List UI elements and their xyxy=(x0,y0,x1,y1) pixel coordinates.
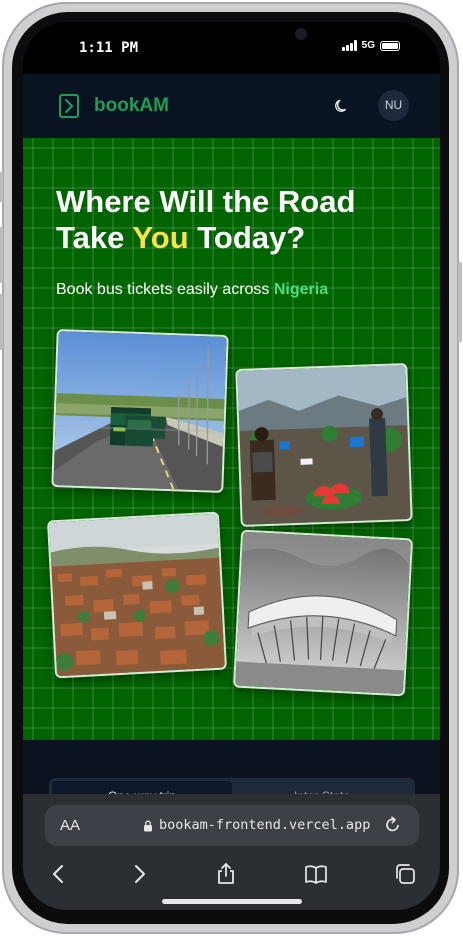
browser-nav xyxy=(23,856,440,890)
screen: 1:11 PM 5G bookAM NU Where Will the Road… xyxy=(23,22,440,910)
status-bar: 1:11 PM 5G xyxy=(23,22,440,74)
reload-icon[interactable] xyxy=(383,815,403,835)
camera-icon xyxy=(295,28,307,40)
address-bar[interactable]: AA bookam-frontend.vercel.app xyxy=(45,805,419,846)
city-rooftops-photo xyxy=(46,511,228,679)
hero-title-pre: Take xyxy=(56,220,133,255)
signal-icon xyxy=(341,40,357,51)
network-label: 5G xyxy=(361,40,375,51)
hero-subtitle-highlight: Nigeria xyxy=(273,281,329,298)
status-time: 1:11 PM xyxy=(79,40,139,56)
home-indicator xyxy=(162,899,302,904)
hero-section: Where Will the Road Take You Today? Book… xyxy=(23,138,440,740)
logo-icon[interactable] xyxy=(59,94,79,118)
back-icon[interactable] xyxy=(47,862,71,886)
bookmarks-icon[interactable] xyxy=(304,862,328,886)
aa-label: AA xyxy=(60,817,81,834)
app-header: bookAM NU xyxy=(23,74,440,138)
status-icons: 5G xyxy=(341,40,400,51)
lock-icon xyxy=(144,820,152,832)
dynamic-island xyxy=(145,22,319,52)
hero-subtitle-pre: Book bus tickets easily across xyxy=(56,281,274,298)
hero-title-highlight: You xyxy=(132,220,189,255)
power-button xyxy=(458,262,462,342)
share-icon[interactable] xyxy=(214,862,238,886)
browser-toolbar: AA bookam-frontend.vercel.app xyxy=(23,794,440,910)
brand-name[interactable]: bookAM xyxy=(94,95,169,117)
avatar[interactable]: NU xyxy=(378,90,409,121)
volume-up-button xyxy=(0,227,3,283)
moon-icon[interactable] xyxy=(334,98,350,114)
bus-highway-photo xyxy=(51,329,229,493)
battery-icon xyxy=(380,40,400,51)
hero-subtitle: Book bus tickets easily across Nigeria xyxy=(56,281,328,299)
url-text[interactable]: bookam-frontend.vercel.app xyxy=(159,817,370,833)
market-photo xyxy=(235,363,413,527)
hero-title-post: Today? xyxy=(188,220,306,255)
tabs-icon[interactable] xyxy=(393,862,417,886)
hero-title: Where Will the Road Take You Today? xyxy=(56,184,416,256)
reader-aa-button[interactable]: AA xyxy=(60,817,80,834)
mute-switch xyxy=(0,172,3,202)
stadium-photo xyxy=(232,529,414,697)
volume-down-button xyxy=(0,294,3,350)
forward-icon[interactable] xyxy=(127,862,151,886)
hero-title-line1: Where Will the Road xyxy=(56,184,356,219)
